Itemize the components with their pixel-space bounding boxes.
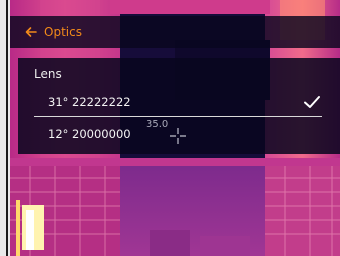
left-edge-bar <box>0 0 10 256</box>
page-title: Optics <box>44 25 82 39</box>
measure-value: 35.0 <box>146 119 169 130</box>
app-header: Optics <box>10 16 340 48</box>
crosshair-icon <box>170 128 186 144</box>
lens-section-title: Lens <box>34 67 62 81</box>
lens-option-label: 12° 20000000 <box>48 127 131 141</box>
back-button[interactable]: Optics <box>10 16 82 48</box>
checkmark-icon <box>304 96 320 108</box>
lens-option-label: 31° 22222222 <box>48 95 131 109</box>
arrow-left-icon <box>25 27 37 37</box>
option-divider <box>34 116 322 117</box>
lens-option-31[interactable]: 31° 22222222 <box>18 88 340 116</box>
thermal-camera-screen: Optics Lens 31° 22222222 12° 20000000 35… <box>0 0 340 256</box>
